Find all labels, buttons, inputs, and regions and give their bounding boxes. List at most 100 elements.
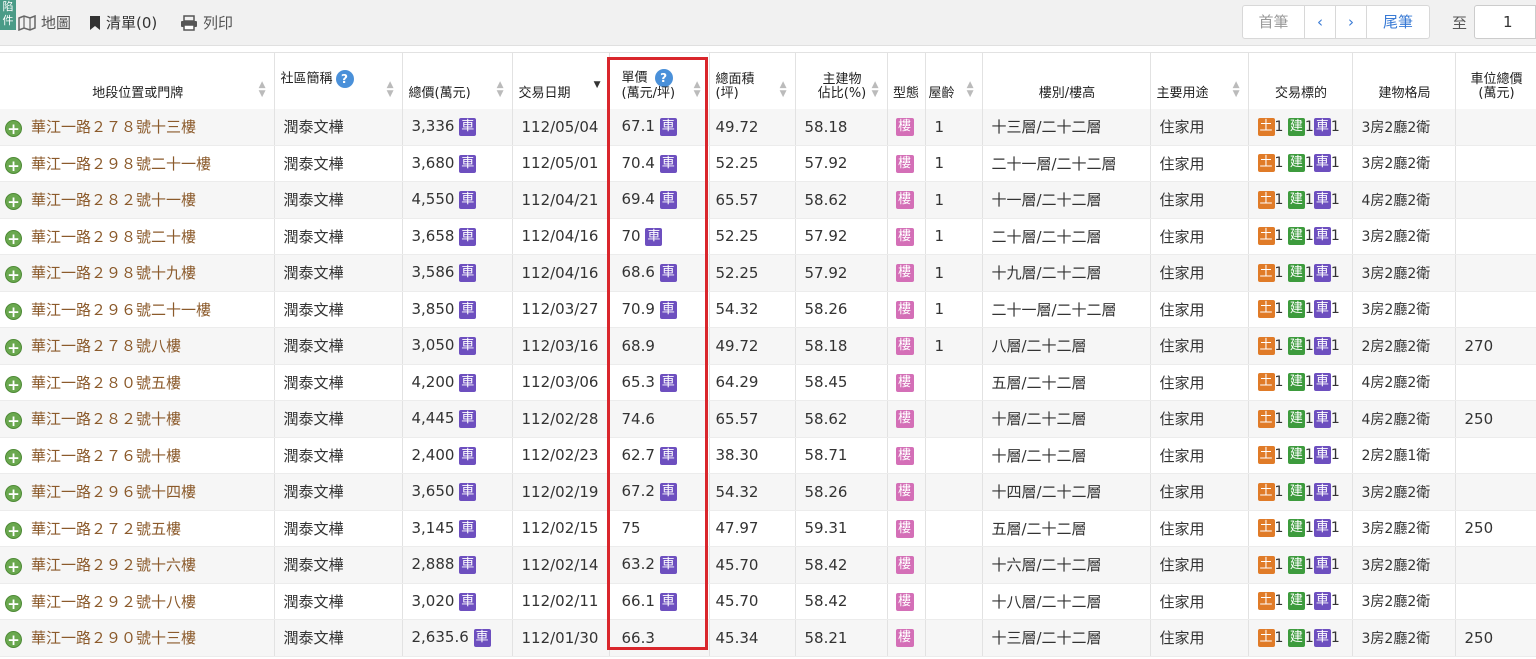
cell-layout: 3房2廳2衛 xyxy=(1352,510,1456,547)
col-area[interactable]: 總面積 (坪) ▲ ▼ xyxy=(709,52,796,109)
cell-address[interactable]: + 華江一路２９２號十八樓 xyxy=(0,583,275,620)
cell-address[interactable]: + 華江一路２９８號十九樓 xyxy=(0,254,275,292)
goto-page-input[interactable]: 1 xyxy=(1474,5,1536,39)
cell-address[interactable]: + 華江一路２７８號十三樓 xyxy=(0,108,275,146)
col-target[interactable]: 交易標的 xyxy=(1248,52,1353,109)
cell-total-price: 3,145 車 xyxy=(402,510,513,547)
table-row[interactable]: + 華江一路２９８號二十樓 潤泰文樺 3,658 車 112/04/16 70 車 52.2… xyxy=(0,218,1536,255)
cell-parking-price: 250 xyxy=(1455,510,1536,547)
col-floor[interactable]: 樓別/樓高 xyxy=(982,52,1151,109)
col-address[interactable]: 地段位置或門牌 ▲ ▼ xyxy=(0,52,275,109)
cell-date: 112/03/06 xyxy=(512,364,610,401)
expand-icon[interactable]: + xyxy=(5,120,22,137)
cell-address[interactable]: + 華江一路２８２號十一樓 xyxy=(0,181,275,219)
expand-icon[interactable]: + xyxy=(5,339,22,357)
last-page-button[interactable]: 尾筆 xyxy=(1367,6,1429,38)
table-row[interactable]: + 華江一路２９８號十九樓 潤泰文樺 3,586 車 112/04/16 68.6 車 52… xyxy=(0,254,1536,292)
cell-area: 38.30 xyxy=(709,437,796,474)
parking-badge: 車 xyxy=(1313,519,1331,538)
parking-badge: 車 xyxy=(1313,190,1331,209)
expand-icon[interactable]: + xyxy=(5,631,22,649)
cell-address[interactable]: + 華江一路２７８號八樓 xyxy=(0,327,275,365)
table-row[interactable]: + 華江一路２７６號十樓 潤泰文樺 2,400 車 112/02/23 62.7 車 38.… xyxy=(0,437,1536,474)
cell-floor: 十層/二十二層 xyxy=(982,437,1151,474)
cell-address[interactable]: + 華江一路２９８號二十一樓 xyxy=(0,145,275,182)
cell-address[interactable]: + 華江一路２８２號十樓 xyxy=(0,400,275,438)
col-type[interactable]: 型態 xyxy=(887,52,926,109)
expand-icon[interactable]: + xyxy=(5,521,22,539)
cell-usage: 住家用 xyxy=(1150,437,1249,474)
expand-icon[interactable]: + xyxy=(5,375,22,393)
col-usage[interactable]: 主要用途 ▲ ▼ xyxy=(1150,52,1249,109)
map-button[interactable]: 地圖 xyxy=(18,12,71,33)
cell-parking-price xyxy=(1455,437,1536,474)
col-date[interactable]: 交易日期 ▼ xyxy=(512,52,610,109)
col-total-price[interactable]: 總價(萬元) ▲ ▼ xyxy=(402,52,513,109)
expand-icon[interactable]: + xyxy=(5,594,22,612)
cell-address[interactable]: + 華江一路２９０號十三樓 xyxy=(0,619,275,657)
expand-icon[interactable]: + xyxy=(5,448,22,466)
table-row[interactable]: + 華江一路２７８號十三樓 潤泰文樺 3,336 車 112/05/04 67.1 車 49… xyxy=(0,108,1536,146)
table-row[interactable]: + 華江一路２９２號十八樓 潤泰文樺 3,020 車 112/02/11 66.1 車 45… xyxy=(0,583,1536,620)
table-row[interactable]: + 華江一路２９０號十三樓 潤泰文樺 2,635.6 車 112/01/30 66.3 4… xyxy=(0,619,1536,657)
next-page-button[interactable]: › xyxy=(1336,6,1367,38)
col-parking-price[interactable]: 車位總價 (萬元) xyxy=(1455,52,1536,109)
cell-unit-price: 67.2 車 xyxy=(609,473,710,511)
print-button[interactable]: 列印 xyxy=(180,12,233,33)
cell-type: 樓 xyxy=(887,510,926,547)
cell-main-ratio: 58.21 xyxy=(795,619,888,657)
expand-icon[interactable]: + xyxy=(5,302,22,320)
cell-target: 土1 建1車1 xyxy=(1248,583,1353,620)
expand-icon[interactable]: + xyxy=(5,229,22,247)
parking-badge: 車 xyxy=(1313,409,1331,428)
cell-target: 土1 建1車1 xyxy=(1248,437,1353,474)
expand-icon[interactable]: + xyxy=(5,266,22,284)
expand-icon[interactable]: + xyxy=(5,558,22,576)
cell-total-price: 4,445 車 xyxy=(402,400,513,438)
cell-community: 潤泰文樺 xyxy=(274,364,403,401)
col-community[interactable]: 社區簡稱? ▲ ▼ xyxy=(274,52,403,109)
cell-unit-price: 62.7 車 xyxy=(609,437,710,474)
table-row[interactable]: + 華江一路２９８號二十一樓 潤泰文樺 3,680 車 112/05/01 70.4 車5… xyxy=(0,145,1536,182)
list-button[interactable]: 清單(0) xyxy=(89,12,157,33)
cell-address[interactable]: + 華江一路２９２號十六樓 xyxy=(0,546,275,584)
table-row[interactable]: + 華江一路２７２號五樓 潤泰文樺 3,145 車 112/02/15 75 47.97 5… xyxy=(0,510,1536,547)
cell-date: 112/03/16 xyxy=(512,327,610,365)
table-row[interactable]: + 華江一路２８２號十樓 潤泰文樺 4,445 車 112/02/28 74.6 65.5… xyxy=(0,400,1536,438)
first-page-button[interactable]: 首筆 xyxy=(1243,6,1305,38)
cell-address[interactable]: + 華江一路２９６號十四樓 xyxy=(0,473,275,511)
expand-icon[interactable]: + xyxy=(5,156,22,174)
cell-floor: 二十一層/二十二層 xyxy=(982,145,1151,182)
table-row[interactable]: + 華江一路２９２號十六樓 潤泰文樺 2,888 車 112/02/14 63.2 車 45… xyxy=(0,546,1536,584)
cell-total-price: 3,650 車 xyxy=(402,473,513,511)
parking-badge: 車 xyxy=(473,629,491,648)
col-unit-price[interactable]: 單價 ? (萬元/坪) ▲ ▼ xyxy=(609,52,710,109)
prev-page-button[interactable]: ‹ xyxy=(1305,6,1336,38)
cell-address[interactable]: + 華江一路２９６號二十一樓 xyxy=(0,291,275,328)
help-icon[interactable]: ? xyxy=(654,68,673,87)
expand-icon[interactable]: + xyxy=(5,412,22,430)
table-row[interactable]: + 華江一路２７８號八樓 潤泰文樺 3,050 車 112/03/16 68.9 49.7… xyxy=(0,327,1536,365)
corner-tag[interactable]: 陷件 xyxy=(0,0,16,30)
cell-target: 土1 建1車1 xyxy=(1248,546,1353,584)
table-row[interactable]: + 華江一路２９６號十四樓 潤泰文樺 3,650 車 112/02/19 67.2 車 54… xyxy=(0,473,1536,511)
expand-icon[interactable]: + xyxy=(5,193,22,211)
cell-address[interactable]: + 華江一路２９８號二十樓 xyxy=(0,218,275,255)
cell-address[interactable]: + 華江一路２８０號五樓 xyxy=(0,364,275,401)
cell-date: 112/02/23 xyxy=(512,437,610,474)
table-row[interactable]: + 華江一路２８２號十一樓 潤泰文樺 4,550 車 112/04/21 69.4 車 65… xyxy=(0,181,1536,219)
table-row[interactable]: + 華江一路２８０號五樓 潤泰文樺 4,200 車 112/03/06 65.3 車 64.… xyxy=(0,364,1536,401)
cell-address[interactable]: + 華江一路２７２號五樓 xyxy=(0,510,275,547)
table-row[interactable]: + 華江一路２９６號二十一樓 潤泰文樺 3,850 車 112/03/27 70.9 車5… xyxy=(0,291,1536,328)
expand-icon[interactable]: + xyxy=(5,485,22,503)
cell-target: 土1 建1車1 xyxy=(1248,510,1353,547)
col-layout[interactable]: 建物格局 xyxy=(1352,52,1456,109)
cell-usage: 住家用 xyxy=(1150,181,1249,219)
col-main-ratio[interactable]: 主建物 佔比(%) ▲ ▼ xyxy=(795,52,888,109)
help-icon[interactable]: ? xyxy=(335,69,354,88)
cell-floor: 十八層/二十二層 xyxy=(982,583,1151,620)
cell-type: 樓 xyxy=(887,619,926,657)
cell-address[interactable]: + 華江一路２７６號十樓 xyxy=(0,437,275,474)
col-age[interactable]: 屋齡 ▲ ▼ xyxy=(925,52,983,109)
cell-type: 樓 xyxy=(887,218,926,255)
